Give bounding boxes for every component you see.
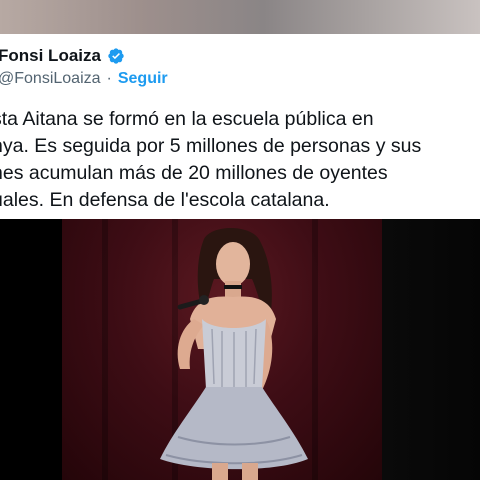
tweet-text: sta Aitana se formó en la escuela públic… bbox=[0, 106, 480, 214]
author-handle[interactable]: @FonsiLoaiza bbox=[0, 70, 101, 88]
author-name[interactable]: Fonsi Loaiza bbox=[0, 46, 101, 66]
follow-button[interactable]: Seguir bbox=[118, 70, 168, 88]
tweet-text-line: uales. En defensa de l'escola catalana. bbox=[0, 189, 330, 211]
tweet-text-line: nya. Es seguida por 5 millones de person… bbox=[0, 135, 422, 157]
author-name-row: Fonsi Loaiza bbox=[0, 46, 125, 66]
tweet-header: Fonsi Loaiza @FonsiLoaiza · Seguir bbox=[0, 44, 480, 94]
dark-side-area bbox=[382, 219, 480, 480]
tweet-text-line: sta Aitana se formó en la escuela públic… bbox=[0, 108, 374, 130]
tweet-media[interactable] bbox=[0, 219, 480, 480]
tweet-text-line: nes acumulan más de 20 millones de oyent… bbox=[0, 162, 388, 184]
handle-row: @FonsiLoaiza · Seguir bbox=[0, 70, 168, 88]
verified-badge-icon bbox=[108, 48, 124, 64]
singer-figure bbox=[160, 227, 308, 480]
background-blur-strip bbox=[0, 0, 480, 34]
stage-backdrop bbox=[62, 219, 382, 480]
tweet-card: Fonsi Loaiza @FonsiLoaiza · Seguir sta A… bbox=[0, 34, 480, 480]
separator-dot: · bbox=[106, 70, 112, 87]
